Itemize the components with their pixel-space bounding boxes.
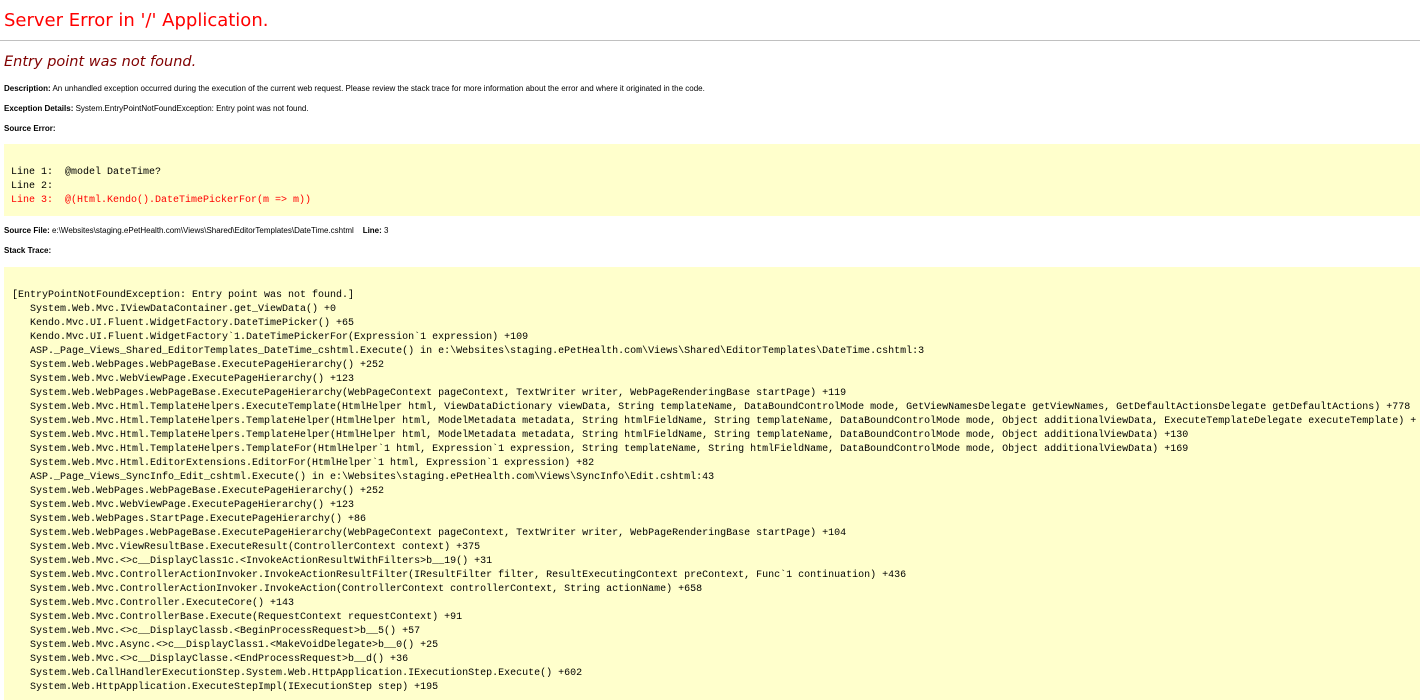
source-error-heading: Source Error:	[4, 124, 56, 133]
stack-trace-line: System.Web.Mvc.Html.TemplateHelpers.Temp…	[12, 444, 1189, 455]
source-code: Line 1: @model DateTime? Line 2: Line 3: @…	[11, 166, 1420, 208]
stack-trace-line: System.Web.Mvc.WebViewPage.ExecutePageHi…	[12, 500, 355, 511]
source-line-error: Line 3: @(Html.Kendo().DateTimePickerFor…	[11, 195, 312, 206]
stack-trace-line: System.Web.Mvc.Async.<>c__DisplayClass1.…	[12, 640, 439, 651]
stack-trace-line: System.Web.Mvc.Controller.ExecuteCore() …	[12, 598, 295, 609]
stack-trace-line: System.Web.WebPages.WebPageBase.ExecuteP…	[12, 528, 847, 539]
title-divider	[0, 40, 1420, 41]
stack-trace-line: System.Web.Mvc.Html.TemplateHelpers.Temp…	[12, 430, 1189, 441]
source-file-label: Source File:	[4, 226, 50, 235]
stack-trace-box: [EntryPointNotFoundException: Entry poin…	[4, 267, 1420, 700]
stack-trace-line: System.Web.Mvc.ViewResultBase.ExecuteRes…	[12, 542, 481, 553]
stack-trace-line: [EntryPointNotFoundException: Entry poin…	[12, 290, 355, 301]
exception-details-line: Exception Details: System.EntryPointNotF…	[4, 104, 309, 113]
description-line: Description: An unhandled exception occu…	[4, 84, 705, 93]
source-error-label: Source Error:	[4, 124, 56, 133]
source-error-box: Line 1: @model DateTime? Line 2: Line 3: @…	[4, 144, 1420, 216]
stack-trace-line: System.Web.Mvc.ControllerBase.Execute(Re…	[12, 612, 463, 623]
stack-trace-line: System.Web.WebPages.WebPageBase.ExecuteP…	[12, 486, 385, 497]
source-file-path: e:\Websites\staging.ePetHealth.com\Views…	[49, 226, 354, 235]
error-message: Entry point was not found.	[4, 54, 197, 70]
stack-trace-line: System.Web.Mvc.<>c__DisplayClassb.<Begin…	[12, 626, 421, 637]
stack-trace-line: System.Web.Mvc.WebViewPage.ExecutePageHi…	[12, 374, 355, 385]
stack-trace-line: Kendo.Mvc.UI.Fluent.WidgetFactory`1.Date…	[12, 332, 529, 343]
page-title: Server Error in '/' Application.	[4, 10, 269, 31]
stack-trace-text: [EntryPointNotFoundException: Entry poin…	[12, 289, 1420, 695]
stack-trace-line: System.Web.WebPages.WebPageBase.ExecuteP…	[12, 388, 847, 399]
stack-trace-line: System.Web.Mvc.IViewDataContainer.get_Vi…	[12, 304, 337, 315]
stack-trace-heading: Stack Trace:	[4, 246, 51, 255]
description-text: An unhandled exception occurred during t…	[50, 84, 705, 93]
description-label: Description:	[4, 84, 51, 93]
source-line-label: Line:	[362, 226, 382, 235]
stack-trace-line: System.Web.WebPages.StartPage.ExecutePag…	[12, 514, 367, 525]
stack-trace-line: System.Web.HttpApplication.ExecuteStepIm…	[12, 682, 439, 693]
exception-details-text: System.EntryPointNotFoundException: Entr…	[73, 104, 309, 113]
exception-details-label: Exception Details:	[4, 104, 74, 113]
stack-trace-line: System.Web.Mvc.<>c__DisplayClass1c.<Invo…	[12, 556, 493, 567]
stack-trace-line: System.Web.Mvc.Html.TemplateHelpers.Temp…	[12, 416, 1417, 427]
source-file-line: Source File: e:\Websites\staging.ePetHea…	[4, 226, 388, 235]
error-page: Server Error in '/' Application. Entry p…	[0, 0, 1420, 700]
stack-trace-line: System.Web.Mvc.<>c__DisplayClasse.<EndPr…	[12, 654, 409, 665]
source-line-number: 3	[381, 226, 389, 235]
stack-trace-line: System.Web.Mvc.Html.TemplateHelpers.Exec…	[12, 402, 1411, 413]
stack-trace-line: System.Web.WebPages.WebPageBase.ExecuteP…	[12, 360, 385, 371]
stack-trace-line: ASP._Page_Views_Shared_EditorTemplates_D…	[12, 346, 925, 357]
stack-trace-line: Kendo.Mvc.UI.Fluent.WidgetFactory.DateTi…	[12, 318, 355, 329]
stack-trace-line: ASP._Page_Views_SyncInfo_Edit_cshtml.Exe…	[12, 472, 715, 483]
stack-trace-label: Stack Trace:	[4, 246, 52, 255]
stack-trace-line: System.Web.Mvc.ControllerActionInvoker.I…	[12, 570, 907, 581]
stack-trace-line: System.Web.Mvc.Html.EditorExtensions.Edi…	[12, 458, 595, 469]
source-line: Line 2:	[11, 181, 54, 192]
stack-trace-line: System.Web.CallHandlerExecutionStep.Syst…	[12, 668, 583, 679]
source-line: Line 1: @model DateTime?	[11, 167, 162, 178]
stack-trace-line: System.Web.Mvc.ControllerActionInvoker.I…	[12, 584, 703, 595]
